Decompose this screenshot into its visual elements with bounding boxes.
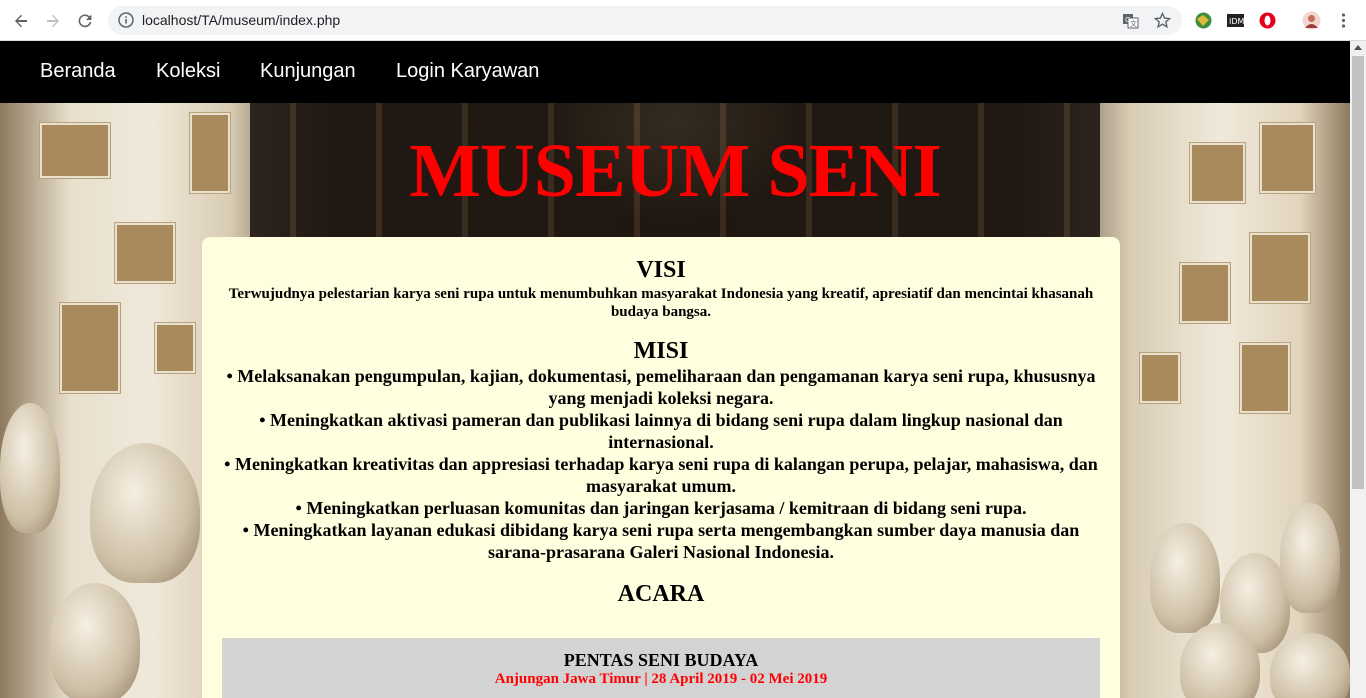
misi-heading: MISI — [633, 338, 689, 364]
bust-sculpture — [1280, 503, 1340, 613]
back-arrow-icon — [15, 14, 27, 28]
content-card: VISI Terwujudnya pelestarian karya seni … — [202, 237, 1120, 698]
bust-sculpture — [1150, 523, 1220, 633]
svg-text:IDM: IDM — [1229, 17, 1245, 26]
bust-sculpture — [1270, 633, 1350, 698]
nav-koleksi[interactable]: Koleksi — [156, 60, 220, 83]
extension-opera-icon[interactable] — [1258, 11, 1277, 30]
url-text[interactable]: localhost/TA/museum/index.php — [142, 12, 340, 28]
translate-icon[interactable]: G文 — [1122, 12, 1139, 29]
wall-plaque — [1250, 233, 1310, 303]
info-icon[interactable] — [118, 12, 134, 28]
back-button[interactable] — [8, 8, 34, 34]
bust-sculpture — [90, 443, 200, 583]
bookmark-star-icon[interactable] — [1154, 12, 1171, 29]
event-detail: Anjungan Jawa Timur | 28 April 2019 - 02… — [494, 671, 828, 687]
profile-avatar-icon[interactable] — [1302, 11, 1321, 30]
page-scrollbar[interactable] — [1350, 41, 1366, 698]
misi-item: • Meningkatkan kreativitas dan appresias… — [224, 454, 1098, 496]
event-name: PENTAS SENI BUDAYA — [563, 650, 759, 670]
nav-beranda[interactable]: Beranda — [40, 60, 116, 83]
wall-plaque — [155, 323, 195, 373]
svg-text:文: 文 — [1130, 19, 1137, 28]
nav-kunjungan[interactable]: Kunjungan — [260, 60, 356, 83]
misi-item: • Meningkatkan layanan edukasi dibidang … — [242, 520, 1080, 562]
page-title: MUSEUM SENI — [409, 129, 942, 213]
address-bar[interactable]: localhost/TA/museum/index.php G文 — [108, 6, 1182, 35]
visi-text: Terwujudnya pelestarian karya seni rupa … — [228, 286, 1094, 320]
visi-heading: VISI — [636, 257, 686, 283]
scrollbar-thumb[interactable] — [1352, 56, 1364, 489]
misi-item: • Meningkatkan perluasan komunitas dan j… — [295, 498, 1027, 518]
scroll-up-arrow-icon[interactable] — [1354, 45, 1362, 50]
wall-plaque — [60, 303, 120, 393]
misi-item: • Melaksanakan pengumpulan, kajian, doku… — [226, 366, 1096, 408]
wall-plaque — [1180, 263, 1230, 323]
misi-item: • Meningkatkan aktivasi pameran dan publ… — [259, 410, 1063, 452]
nav-login-karyawan[interactable]: Login Karyawan — [396, 60, 539, 83]
misi-list: • Melaksanakan pengumpulan, kajian, doku… — [216, 365, 1106, 563]
menu-dots-icon[interactable] — [1334, 11, 1353, 30]
extension-globe-icon[interactable] — [1194, 11, 1213, 30]
bust-sculpture — [50, 583, 140, 698]
bust-sculpture — [0, 403, 60, 533]
browser-toolbar: localhost/TA/museum/index.php G文 IDM — [0, 0, 1366, 41]
wall-plaque — [115, 223, 175, 283]
wall-plaque — [1240, 343, 1290, 413]
extension-idm-icon[interactable]: IDM — [1226, 11, 1245, 30]
forward-arrow-icon — [47, 14, 59, 28]
wall-plaque — [1140, 353, 1180, 403]
forward-button[interactable] — [40, 8, 66, 34]
acara-heading: ACARA — [617, 581, 705, 607]
reload-button[interactable] — [72, 8, 98, 34]
reload-icon — [78, 14, 92, 28]
event-card[interactable]: PENTAS SENI BUDAYA Anjungan Jawa Timur |… — [222, 638, 1100, 698]
site-navbar: Beranda Koleksi Kunjungan Login Karyawan — [0, 41, 1350, 103]
